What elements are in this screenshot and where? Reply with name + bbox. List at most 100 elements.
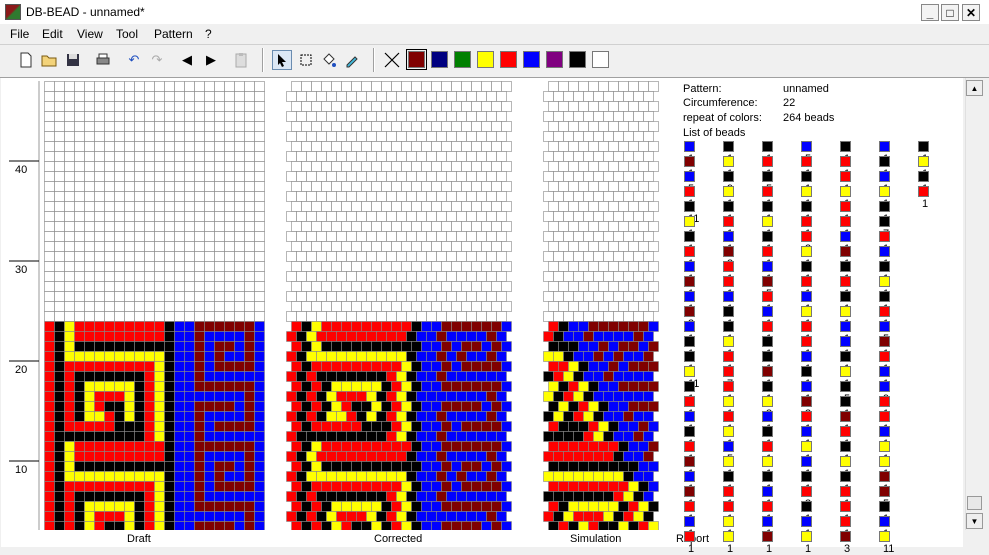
corrected-bead[interactable] bbox=[406, 311, 417, 322]
corrected-bead[interactable] bbox=[471, 361, 482, 372]
draft-bead[interactable] bbox=[184, 181, 195, 192]
draft-bead[interactable] bbox=[134, 171, 145, 182]
corrected-bead[interactable] bbox=[431, 301, 442, 312]
draft-bead[interactable] bbox=[144, 371, 155, 382]
draft-bead[interactable] bbox=[134, 461, 145, 472]
draft-bead[interactable] bbox=[244, 301, 255, 312]
draft-bead[interactable] bbox=[54, 241, 65, 252]
corrected-bead[interactable] bbox=[436, 351, 447, 362]
corrected-bead[interactable] bbox=[356, 511, 367, 522]
corrected-bead[interactable] bbox=[366, 191, 377, 202]
corrected-bead[interactable] bbox=[436, 111, 447, 122]
draft-bead[interactable] bbox=[144, 151, 155, 162]
corrected-bead[interactable] bbox=[316, 391, 327, 402]
draft-bead[interactable] bbox=[184, 311, 195, 322]
draft-bead[interactable] bbox=[194, 431, 205, 442]
corrected-bead[interactable] bbox=[421, 221, 432, 232]
draft-bead[interactable] bbox=[114, 191, 125, 202]
draft-bead[interactable] bbox=[64, 461, 75, 472]
corrected-bead[interactable] bbox=[331, 161, 342, 172]
draft-bead[interactable] bbox=[74, 231, 85, 242]
corrected-bead[interactable] bbox=[471, 81, 482, 92]
draft-bead[interactable] bbox=[54, 251, 65, 262]
corrected-bead[interactable] bbox=[316, 231, 327, 242]
corrected-bead[interactable] bbox=[366, 171, 377, 182]
corrected-bead[interactable] bbox=[451, 481, 462, 492]
corrected-bead[interactable] bbox=[501, 101, 512, 112]
draft-bead[interactable] bbox=[174, 491, 185, 502]
corrected-bead[interactable] bbox=[406, 471, 417, 482]
draft-bead[interactable] bbox=[154, 491, 165, 502]
draft-bead[interactable] bbox=[164, 481, 175, 492]
corrected-bead[interactable] bbox=[481, 121, 492, 132]
draft-bead[interactable] bbox=[194, 261, 205, 272]
menu-tool[interactable]: Tool bbox=[116, 27, 138, 41]
corrected-bead[interactable] bbox=[431, 181, 442, 192]
corrected-bead[interactable] bbox=[346, 371, 357, 382]
corrected-bead[interactable] bbox=[356, 151, 367, 162]
draft-bead[interactable] bbox=[144, 461, 155, 472]
draft-bead[interactable] bbox=[124, 261, 135, 272]
corrected-bead[interactable] bbox=[391, 261, 402, 272]
draft-bead[interactable] bbox=[74, 261, 85, 272]
draft-bead[interactable] bbox=[44, 81, 55, 92]
draft-bead[interactable] bbox=[104, 471, 115, 482]
corrected-bead[interactable] bbox=[491, 241, 502, 252]
corrected-bead[interactable] bbox=[421, 301, 432, 312]
draft-bead[interactable] bbox=[104, 81, 115, 92]
draft-bead[interactable] bbox=[54, 451, 65, 462]
draft-bead[interactable] bbox=[124, 371, 135, 382]
color-swatch[interactable] bbox=[500, 51, 517, 68]
corrected-bead[interactable] bbox=[466, 251, 477, 262]
draft-bead[interactable] bbox=[214, 131, 225, 142]
draft-bead[interactable] bbox=[44, 281, 55, 292]
draft-bead[interactable] bbox=[94, 251, 105, 262]
draft-bead[interactable] bbox=[84, 411, 95, 422]
draft-bead[interactable] bbox=[194, 241, 205, 252]
corrected-bead[interactable] bbox=[366, 271, 377, 282]
corrected-bead[interactable] bbox=[451, 161, 462, 172]
corrected-bead[interactable] bbox=[296, 111, 307, 122]
draft-bead[interactable] bbox=[104, 451, 115, 462]
corrected-bead[interactable] bbox=[471, 221, 482, 232]
corrected-bead[interactable] bbox=[491, 501, 502, 512]
corrected-bead[interactable] bbox=[471, 481, 482, 492]
corrected-bead[interactable] bbox=[306, 171, 317, 182]
draft-bead[interactable] bbox=[124, 341, 135, 352]
draft-bead[interactable] bbox=[234, 431, 245, 442]
corrected-bead[interactable] bbox=[501, 181, 512, 192]
draft-bead[interactable] bbox=[104, 171, 115, 182]
corrected-bead[interactable] bbox=[291, 141, 302, 152]
draft-bead[interactable] bbox=[124, 511, 135, 522]
corrected-bead[interactable] bbox=[436, 431, 447, 442]
draft-bead[interactable] bbox=[64, 251, 75, 262]
draft-bead[interactable] bbox=[74, 241, 85, 252]
draft-bead[interactable] bbox=[94, 471, 105, 482]
draft-bead[interactable] bbox=[94, 431, 105, 442]
draft-bead[interactable] bbox=[84, 91, 95, 102]
corrected-bead[interactable] bbox=[441, 361, 452, 372]
corrected-bead[interactable] bbox=[361, 481, 372, 492]
corrected-bead[interactable] bbox=[416, 311, 427, 322]
corrected-bead[interactable] bbox=[316, 151, 327, 162]
draft-bead[interactable] bbox=[104, 501, 115, 512]
corrected-bead[interactable] bbox=[366, 111, 377, 122]
draft-bead[interactable] bbox=[64, 151, 75, 162]
draft-bead[interactable] bbox=[144, 191, 155, 202]
corrected-bead[interactable] bbox=[371, 141, 382, 152]
corrected-bead[interactable] bbox=[371, 361, 382, 372]
draft-bead[interactable] bbox=[254, 321, 265, 332]
corrected-bead[interactable] bbox=[326, 431, 337, 442]
corrected-bead[interactable] bbox=[431, 201, 442, 212]
corrected-bead[interactable] bbox=[436, 211, 447, 222]
draft-bead[interactable] bbox=[234, 121, 245, 132]
draft-bead[interactable] bbox=[114, 351, 125, 362]
corrected-bead[interactable] bbox=[376, 371, 387, 382]
corrected-bead[interactable] bbox=[336, 451, 347, 462]
corrected-bead[interactable] bbox=[496, 131, 507, 142]
corrected-bead[interactable] bbox=[486, 471, 497, 482]
draft-bead[interactable] bbox=[124, 501, 135, 512]
draft-bead[interactable] bbox=[224, 241, 235, 252]
corrected-bead[interactable] bbox=[296, 391, 307, 402]
draft-bead[interactable] bbox=[64, 271, 75, 282]
